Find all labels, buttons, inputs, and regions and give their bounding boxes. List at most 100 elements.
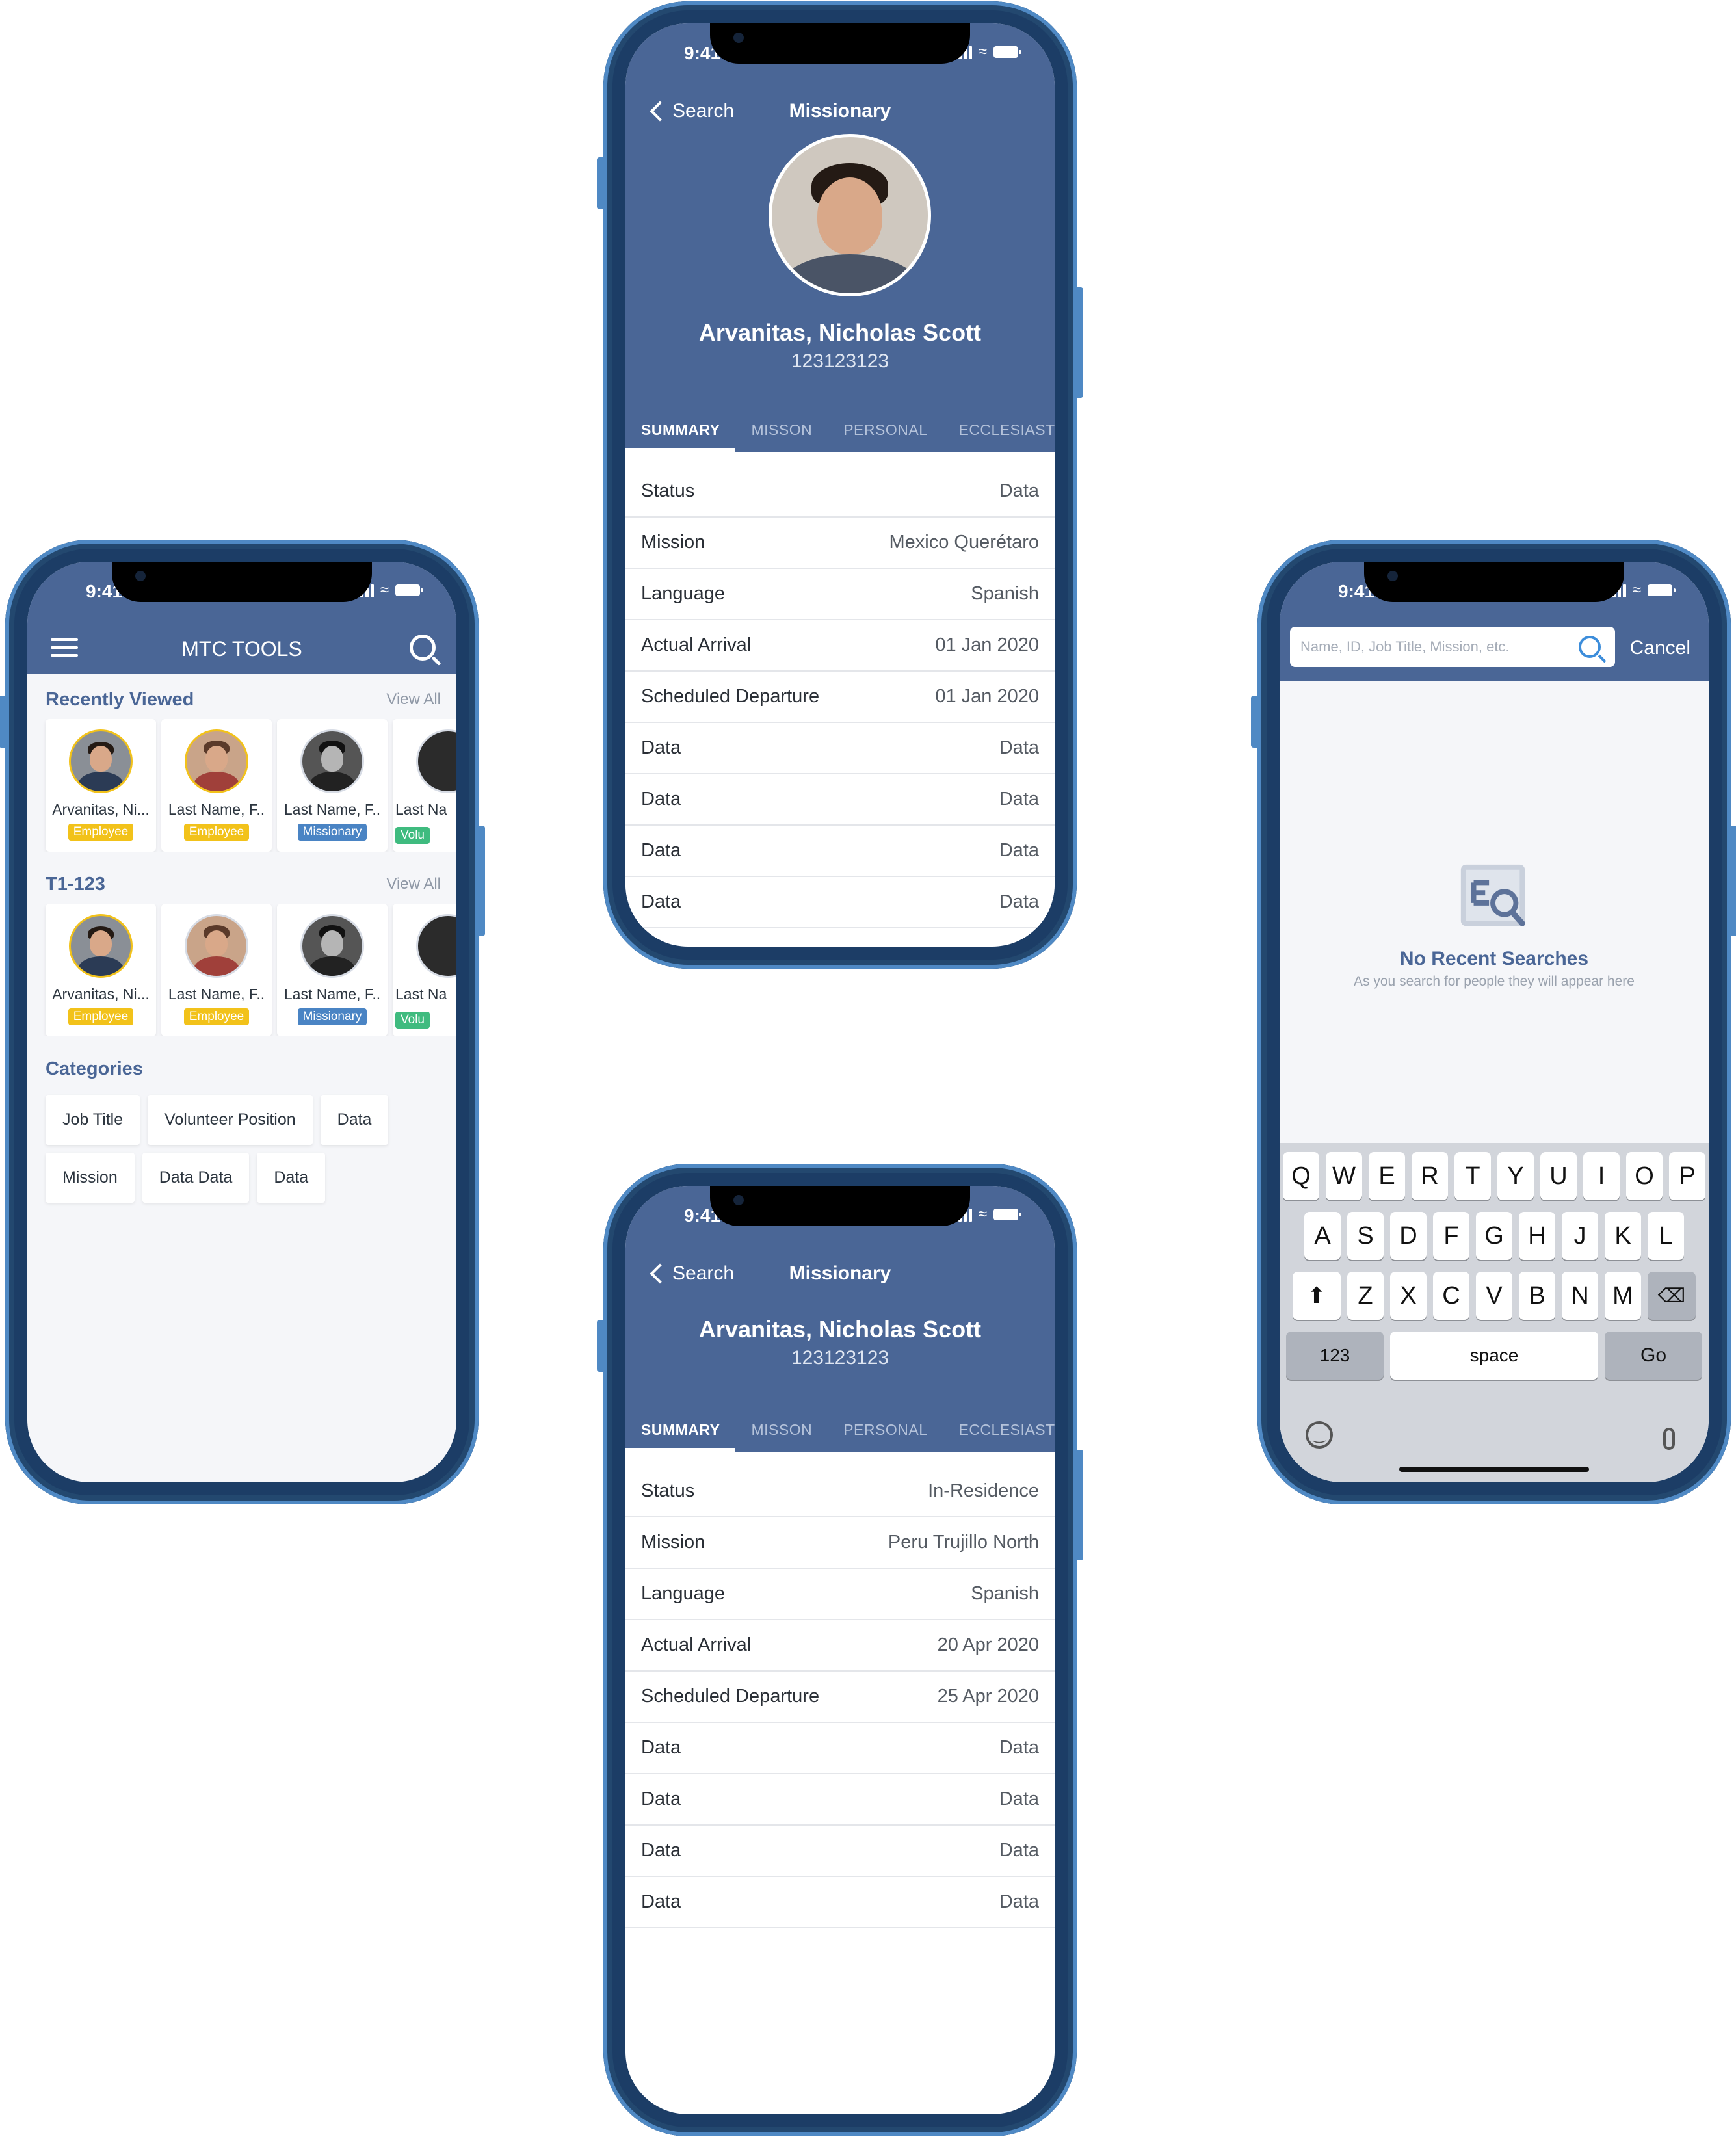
key-k[interactable]: K <box>1605 1212 1641 1260</box>
avatar <box>69 729 133 793</box>
key-w[interactable]: W <box>1326 1152 1362 1200</box>
cancel-button[interactable]: Cancel <box>1630 637 1690 659</box>
row-value: Mexico Querétaro <box>889 532 1040 553</box>
missionary-badge: Missionary <box>297 824 367 841</box>
tab-summary[interactable]: SUMMARY <box>625 1407 736 1452</box>
tab-mission[interactable]: MISSON <box>735 407 828 452</box>
backspace-key[interactable]: ⌫ <box>1648 1272 1696 1320</box>
row-label: Status <box>641 1480 695 1501</box>
summary-list: Status Data Mission Mexico Querétaro Langu… <box>625 466 1055 928</box>
key-f[interactable]: F <box>1433 1212 1469 1260</box>
tab-ecclesiastical[interactable]: ECCLESIASTI <box>943 407 1055 452</box>
row-value: Data <box>999 891 1039 912</box>
tab-ecclesiastical[interactable]: ECCLESIAST <box>943 1407 1055 1452</box>
backspace-icon: ⌫ <box>1657 1285 1686 1307</box>
detail-row: Data Data <box>625 723 1055 774</box>
person-name: Last Name, F.. <box>168 986 265 1003</box>
key-p[interactable]: P <box>1669 1152 1705 1200</box>
person-card[interactable]: Last Name, F.. Employee <box>161 719 272 852</box>
volunteer-badge: Volu <box>395 827 430 844</box>
category-chip[interactable]: Data <box>257 1153 326 1203</box>
key-e[interactable]: E <box>1369 1152 1405 1200</box>
key-c[interactable]: C <box>1433 1272 1469 1320</box>
detail-row: Data Data <box>625 774 1055 826</box>
key-g[interactable]: G <box>1476 1212 1512 1260</box>
key-n[interactable]: N <box>1562 1272 1598 1320</box>
category-chip[interactable]: Job Title <box>46 1095 140 1145</box>
person-card[interactable]: Last Na Volu <box>393 719 456 852</box>
key-d[interactable]: D <box>1390 1212 1427 1260</box>
section-title-group: T1-123 <box>46 873 105 895</box>
key-a[interactable]: A <box>1304 1212 1341 1260</box>
battery-icon <box>1648 584 1676 596</box>
person-card[interactable]: Arvanitas, Ni... Employee <box>46 719 156 852</box>
person-name: Last Name, F.. <box>283 801 381 818</box>
tab-personal[interactable]: PERSONAL <box>828 1407 943 1452</box>
space-key[interactable]: space <box>1390 1332 1598 1380</box>
view-all-link[interactable]: View All <box>386 875 441 893</box>
person-card[interactable]: Last Name, F.. Missionary <box>277 904 388 1036</box>
detail-row: Data Data <box>625 1826 1055 1877</box>
key-l[interactable]: L <box>1648 1212 1684 1260</box>
person-name: Arvanitas, Nicholas Scott <box>698 319 982 346</box>
view-all-link[interactable]: View All <box>386 690 441 709</box>
key-h[interactable]: H <box>1519 1212 1555 1260</box>
key-t[interactable]: T <box>1454 1152 1491 1200</box>
key-i[interactable]: I <box>1583 1152 1620 1200</box>
detail-row: Status In-Residence <box>625 1466 1055 1517</box>
category-chip[interactable]: Data Data <box>142 1153 250 1203</box>
key-o[interactable]: O <box>1626 1152 1663 1200</box>
key-r[interactable]: R <box>1412 1152 1448 1200</box>
category-chip[interactable]: Data <box>320 1095 389 1145</box>
category-chip[interactable]: Mission <box>46 1153 135 1203</box>
tab-mission[interactable]: MISSON <box>735 1407 828 1452</box>
search-icon[interactable] <box>410 635 436 661</box>
row-value: In-Residence <box>928 1480 1039 1501</box>
search-input[interactable]: Name, ID, Job Title, Mission, etc. <box>1290 627 1615 667</box>
row-value: Data <box>999 840 1039 861</box>
category-chip[interactable]: Volunteer Position <box>148 1095 313 1145</box>
key-s[interactable]: S <box>1347 1212 1384 1260</box>
key-y[interactable]: Y <box>1497 1152 1534 1200</box>
key-m[interactable]: M <box>1605 1272 1641 1320</box>
key-q[interactable]: Q <box>1283 1152 1319 1200</box>
emoji-icon[interactable]: ‿ <box>1306 1421 1333 1449</box>
go-key[interactable]: Go <box>1605 1332 1702 1380</box>
row-label: Language <box>641 583 726 604</box>
person-card[interactable]: Last Name, F.. Employee <box>161 904 272 1036</box>
person-card[interactable]: Last Name, F.. Missionary <box>277 719 388 852</box>
recent-cards: Arvanitas, Ni... Employee Last Name, F..… <box>27 719 456 852</box>
avatar <box>185 729 248 793</box>
detail-row: Language Spanish <box>625 569 1055 620</box>
employee-badge: Employee <box>183 1008 250 1025</box>
key-x[interactable]: X <box>1390 1272 1427 1320</box>
key-z[interactable]: Z <box>1347 1272 1384 1320</box>
row-value: Peru Trujillo North <box>888 1532 1039 1553</box>
search-placeholder: Name, ID, Job Title, Mission, etc. <box>1300 638 1510 655</box>
phone-home: 9:41 ≈ MTC TOOLS Recently Viewed View Al… <box>0 540 485 1504</box>
numbers-key[interactable]: 123 <box>1286 1332 1384 1380</box>
key-v[interactable]: V <box>1476 1272 1512 1320</box>
row-label: Scheduled Departure <box>641 686 820 707</box>
avatar <box>69 914 133 978</box>
person-card[interactable]: Last Na Volu <box>393 904 456 1036</box>
app-title: MTC TOOLS <box>181 637 302 661</box>
key-u[interactable]: U <box>1540 1152 1577 1200</box>
microphone-icon[interactable] <box>1663 1428 1675 1450</box>
row-value: Data <box>999 737 1039 758</box>
tab-summary[interactable]: SUMMARY <box>625 407 736 452</box>
avatar <box>300 729 364 793</box>
key-j[interactable]: J <box>1562 1212 1598 1260</box>
shift-key[interactable]: ⬆ <box>1293 1272 1341 1320</box>
row-label: Data <box>641 840 681 861</box>
tab-personal[interactable]: PERSONAL <box>828 407 943 452</box>
missionary-badge: Missionary <box>297 1008 367 1025</box>
row-label: Scheduled Departure <box>641 1686 820 1707</box>
employee-badge: Employee <box>68 1008 134 1025</box>
key-b[interactable]: B <box>1519 1272 1555 1320</box>
row-label: Status <box>641 480 695 501</box>
group-section-header: T1-123 View All <box>27 865 456 904</box>
person-card[interactable]: Arvanitas, Ni... Employee <box>46 904 156 1036</box>
detail-row: Status Data <box>625 466 1055 518</box>
detail-row: Data Data <box>625 1774 1055 1826</box>
